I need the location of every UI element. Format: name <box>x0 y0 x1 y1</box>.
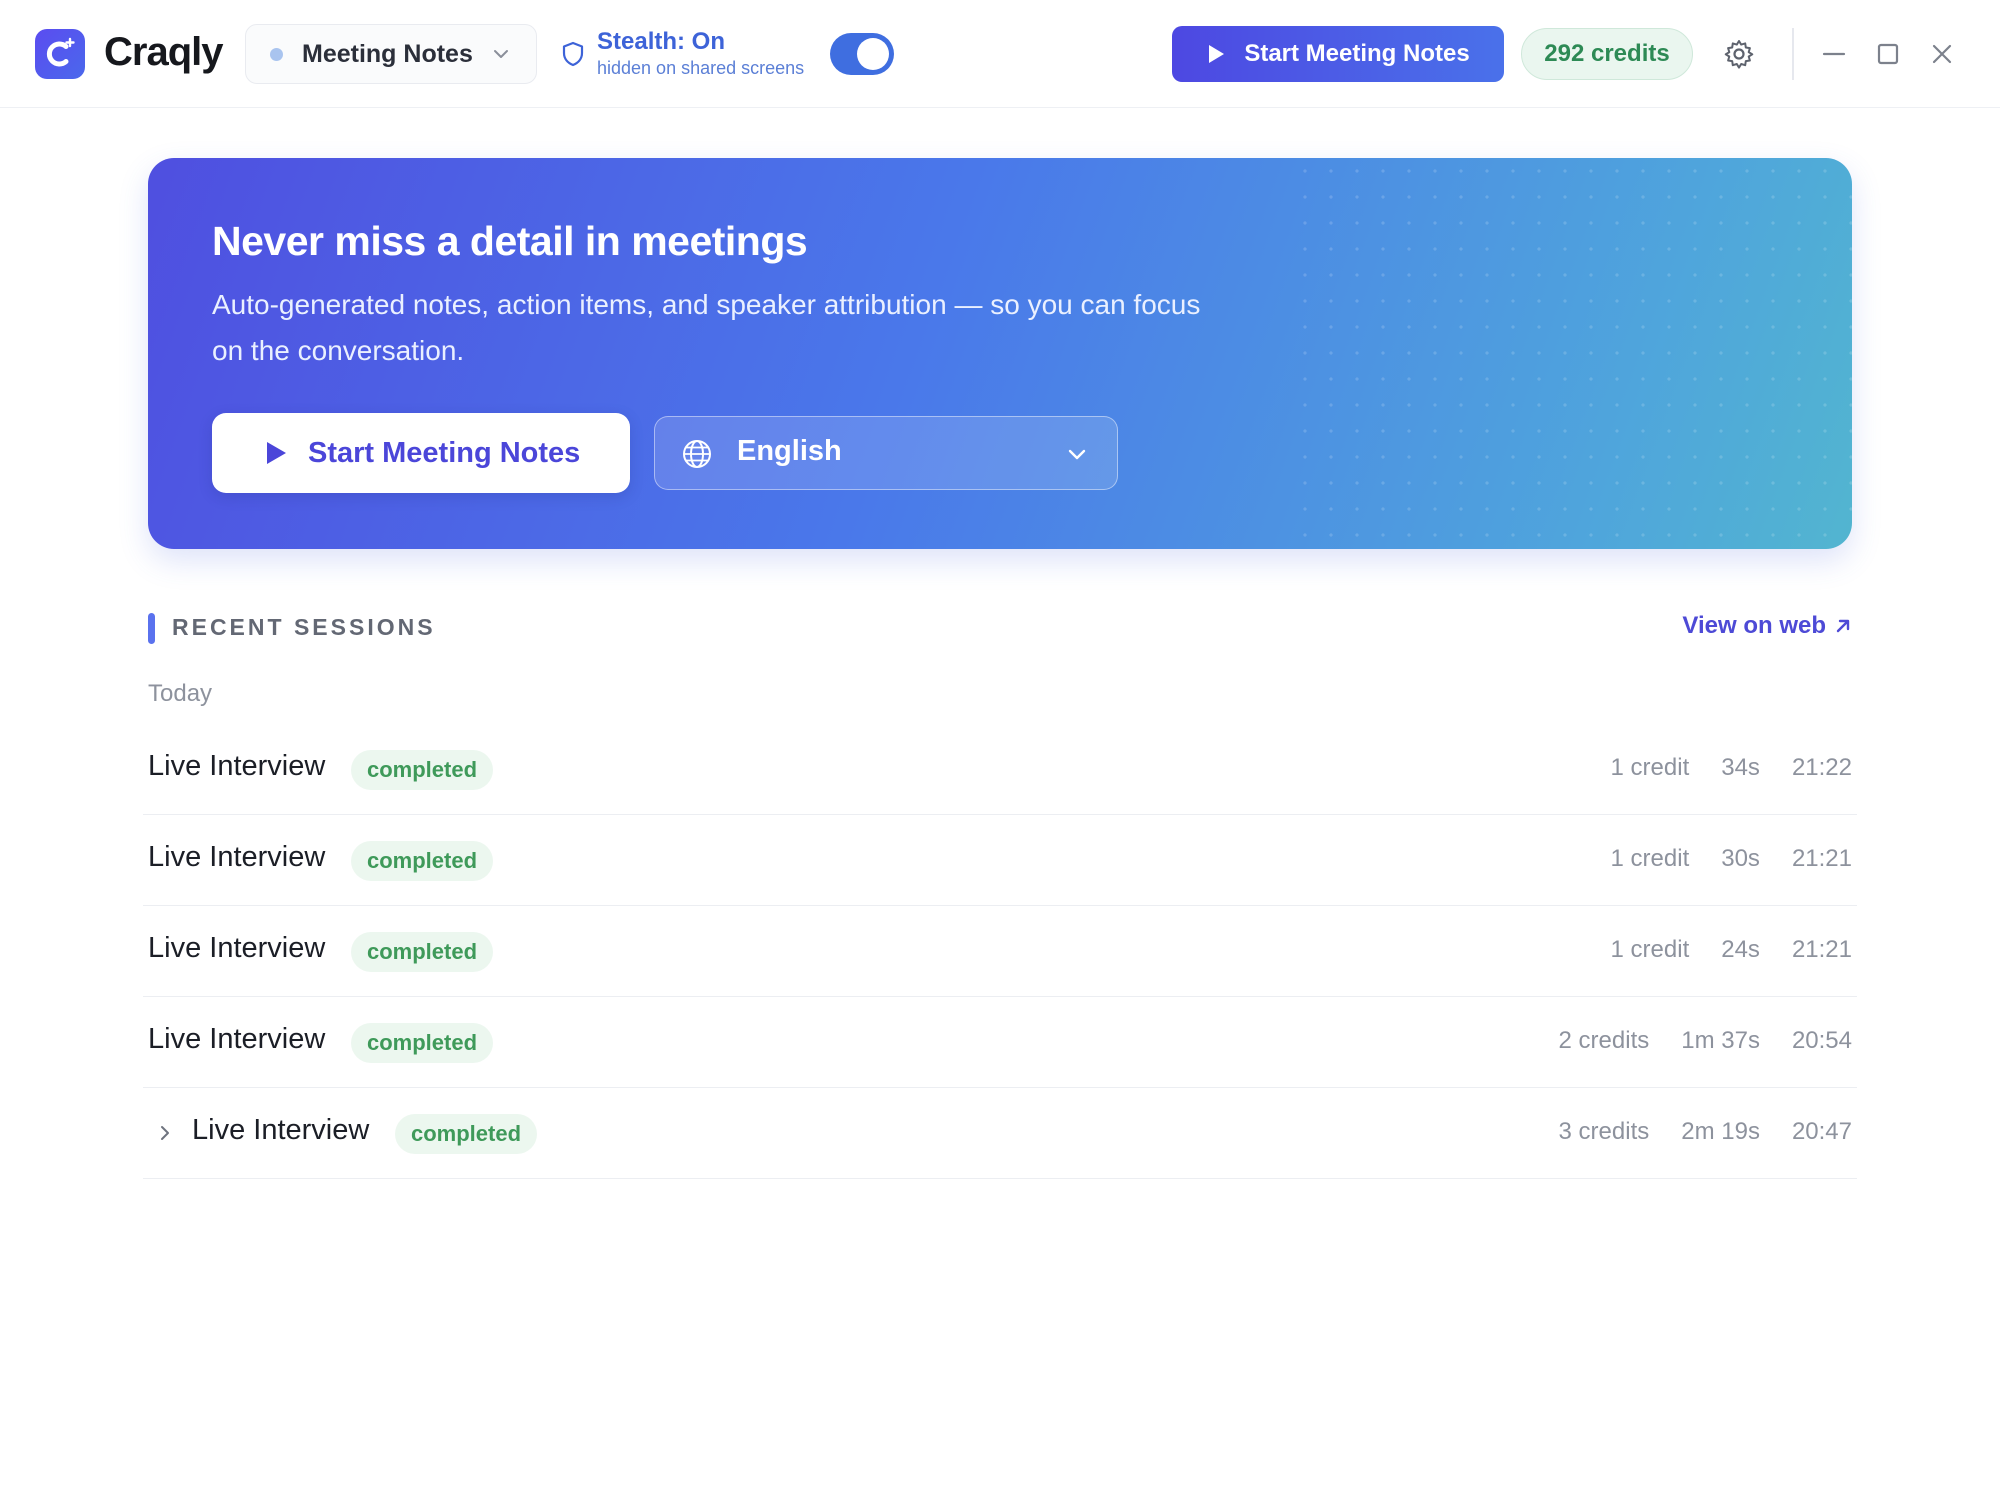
session-meta: 2 credits 1m 37s 20:54 <box>1527 1027 1852 1055</box>
session-title: Live Interview <box>148 932 326 964</box>
view-on-web-label: View on web <box>1682 612 1826 639</box>
status-badge: completed <box>395 1114 538 1154</box>
hero-dot-pattern <box>1292 158 1852 549</box>
session-meta: 1 credit 24s 21:21 <box>1579 936 1852 964</box>
status-badge: completed <box>351 841 494 881</box>
chevron-down-icon <box>494 50 508 58</box>
language-select-label: English <box>737 435 842 467</box>
globe-icon <box>683 440 711 468</box>
group-label-today: Today <box>148 680 213 707</box>
chevron-right-icon[interactable] <box>155 1122 175 1144</box>
shield-icon <box>562 41 584 67</box>
session-title: Live Interview <box>148 841 326 873</box>
session-credits: 3 credits <box>1558 1118 1650 1145</box>
session-title: Live Interview <box>148 1023 326 1055</box>
mode-select-label: Meeting Notes <box>302 39 473 68</box>
session-meta: 1 credit 30s 21:21 <box>1579 845 1852 873</box>
gear-icon[interactable] <box>1723 38 1755 70</box>
chevron-down-icon <box>1068 449 1086 460</box>
mode-select[interactable]: Meeting Notes <box>245 24 537 84</box>
toolbar-divider <box>1792 28 1794 80</box>
session-title: Live Interview <box>148 750 326 782</box>
status-badge: completed <box>351 750 494 790</box>
session-row[interactable]: Live Interview completed 2 credits 1m 37… <box>143 997 1857 1088</box>
session-title: Live Interview <box>192 1114 370 1146</box>
recent-sessions-heading: RECENT SESSIONS <box>172 614 436 640</box>
session-time: 20:47 <box>1791 1118 1852 1145</box>
stealth-toggle[interactable] <box>830 33 894 75</box>
hero-start-meeting-notes-button[interactable]: Start Meeting Notes <box>212 413 630 493</box>
session-time: 21:22 <box>1791 754 1852 781</box>
session-row[interactable]: Live Interview completed 1 credit 34s 21… <box>143 724 1857 815</box>
craqly-logo-icon <box>35 29 85 79</box>
mode-status-dot <box>270 47 283 61</box>
session-time: 21:21 <box>1791 936 1852 963</box>
minimize-icon[interactable] <box>1818 38 1850 70</box>
session-credits: 1 credit <box>1610 754 1690 781</box>
stealth-status-subtitle: hidden on shared screens <box>597 58 805 78</box>
session-row[interactable]: Live Interview completed 3 credits 2m 19… <box>143 1088 1857 1179</box>
hero-start-label: Start Meeting Notes <box>308 436 581 469</box>
app-brand: Craqly <box>104 30 223 74</box>
start-meeting-notes-label: Start Meeting Notes <box>1244 40 1470 67</box>
toggle-knob <box>857 38 889 70</box>
session-duration: 24s <box>1721 936 1760 963</box>
session-duration: 2m 19s <box>1681 1118 1760 1145</box>
start-meeting-notes-button[interactable]: Start Meeting Notes <box>1172 26 1504 82</box>
play-icon <box>1209 45 1225 63</box>
session-time: 20:54 <box>1791 1027 1852 1054</box>
close-icon[interactable] <box>1926 38 1958 70</box>
session-time: 21:21 <box>1791 845 1852 872</box>
title-bar: Craqly Meeting Notes Stealth: On hidden … <box>0 0 2000 108</box>
external-link-icon <box>1836 619 1850 633</box>
status-badge: completed <box>351 932 494 972</box>
hero-description: Auto-generated notes, action items, and … <box>212 289 1201 366</box>
session-row[interactable]: Live Interview completed 1 credit 30s 21… <box>143 815 1857 906</box>
session-meta: 1 credit 34s 21:22 <box>1579 754 1852 782</box>
status-badge: completed <box>351 1023 494 1063</box>
hero-title: Never miss a detail in meetings <box>212 218 808 264</box>
session-row[interactable]: Live Interview completed 1 credit 24s 21… <box>143 906 1857 997</box>
play-icon <box>267 442 286 464</box>
session-duration: 1m 37s <box>1681 1027 1760 1054</box>
session-credits: 1 credit <box>1610 936 1690 963</box>
session-meta: 3 credits 2m 19s 20:47 <box>1527 1118 1852 1146</box>
session-credits: 1 credit <box>1610 845 1690 872</box>
section-accent-bar <box>148 613 155 644</box>
maximize-icon[interactable] <box>1872 38 1904 70</box>
session-duration: 34s <box>1721 754 1760 781</box>
credits-badge[interactable]: 292 credits <box>1521 28 1693 80</box>
language-select[interactable]: English <box>654 416 1118 490</box>
view-on-web-link[interactable]: View on web <box>1682 612 1852 640</box>
stealth-status-title: Stealth: On <box>597 28 726 55</box>
session-credits: 2 credits <box>1558 1027 1650 1054</box>
session-duration: 30s <box>1721 845 1760 872</box>
hero-card: Never miss a detail in meetings Auto-gen… <box>148 158 1852 549</box>
